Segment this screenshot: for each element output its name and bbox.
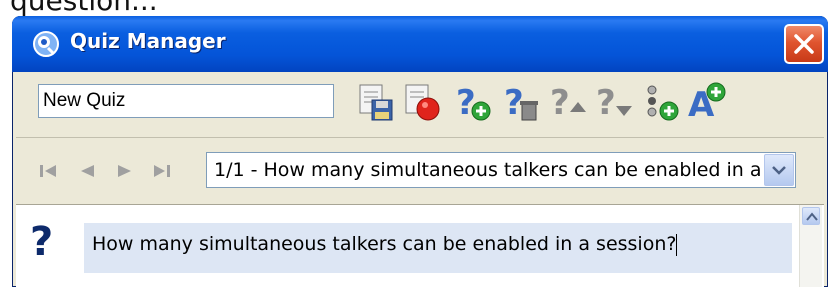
- close-button[interactable]: [784, 24, 824, 64]
- first-icon: [40, 165, 56, 177]
- question-editor: ? How many simultaneous talkers can be e…: [16, 205, 824, 287]
- question-select[interactable]: 1/1 - How many simultaneous talkers can …: [206, 152, 796, 188]
- question-text: How many simultaneous talkers can be ena…: [92, 233, 677, 255]
- next-icon: [118, 165, 131, 177]
- question-text-field[interactable]: How many simultaneous talkers can be ena…: [84, 223, 792, 273]
- move-question-down-icon: ?: [596, 83, 632, 123]
- add-question-button[interactable]: ?: [452, 82, 492, 123]
- close-icon: [794, 34, 814, 54]
- record-button[interactable]: [402, 82, 442, 122]
- question-select-value: 1/1 - How many simultaneous talkers can …: [214, 159, 786, 181]
- add-choice-icon: [647, 85, 679, 121]
- question-mark-icon: ?: [30, 219, 54, 265]
- last-icon: [154, 165, 170, 177]
- next-question-button[interactable]: [114, 162, 136, 180]
- text-caret: [676, 233, 678, 256]
- dropdown-button[interactable]: [764, 154, 794, 186]
- record-icon: [405, 84, 440, 121]
- add-choice-button[interactable]: [640, 82, 680, 122]
- last-question-button[interactable]: [150, 162, 172, 180]
- svg-text:?: ?: [596, 83, 616, 122]
- background-caption: question...: [10, 0, 158, 17]
- app-icon: [32, 30, 60, 58]
- add-answer-button[interactable]: A: [686, 82, 726, 125]
- save-quiz-button[interactable]: [356, 82, 396, 122]
- move-question-up-button[interactable]: ?: [546, 82, 586, 123]
- delete-question-button[interactable]: ?: [500, 82, 540, 123]
- toolbar: ? ? ? ?: [16, 72, 824, 138]
- save-icon: [359, 84, 393, 121]
- title-bar[interactable]: Quiz Manager: [12, 16, 828, 72]
- add-question-icon: ?: [456, 83, 491, 123]
- move-question-up-icon: ?: [550, 83, 586, 123]
- svg-text:?: ?: [550, 83, 570, 122]
- first-question-button[interactable]: [38, 162, 60, 180]
- scroll-up-button[interactable]: [802, 207, 820, 225]
- chevron-down-icon: [772, 166, 786, 175]
- vertical-scrollbar[interactable]: [799, 205, 822, 287]
- add-answer-icon: A: [688, 82, 726, 125]
- delete-question-icon: ?: [504, 83, 538, 123]
- svg-text:?: ?: [456, 83, 476, 122]
- question-navigator: 1/1 - How many simultaneous talkers can …: [16, 138, 824, 205]
- quiz-manager-window: Quiz Manager New Quiz ? ? ? ? A 1/1 - Ho…: [12, 16, 828, 287]
- move-question-down-button[interactable]: ?: [592, 82, 632, 123]
- prev-icon: [81, 165, 94, 177]
- chevron-up-icon: [806, 212, 818, 221]
- previous-question-button[interactable]: [76, 162, 98, 180]
- window-title: Quiz Manager: [70, 29, 226, 53]
- quiz-name-input[interactable]: [38, 84, 334, 118]
